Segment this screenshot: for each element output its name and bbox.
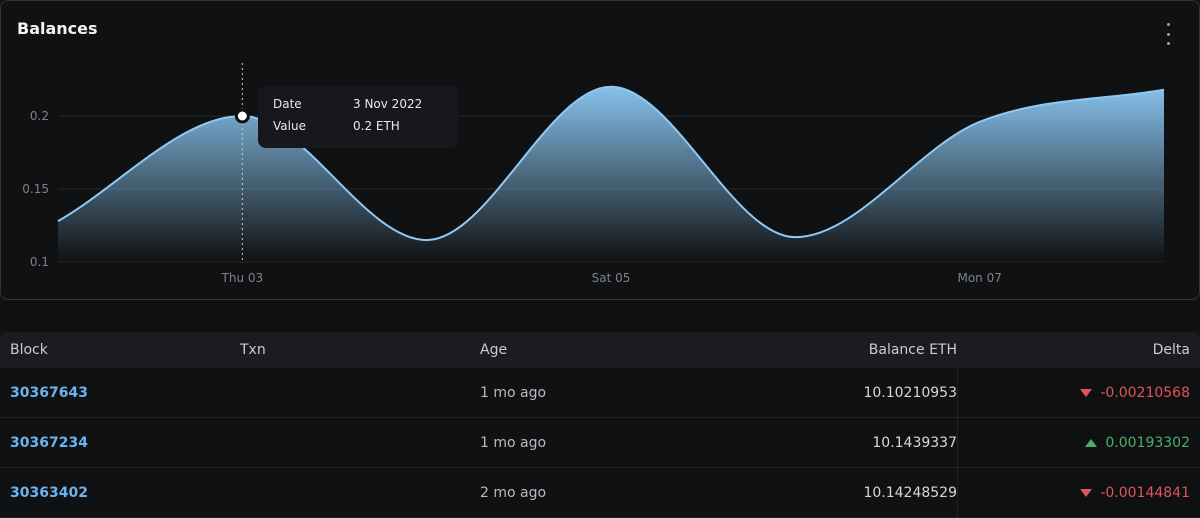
header-block[interactable]: Block [0,342,240,358]
delta-value: -0.00210568 [1100,384,1190,401]
header-txn[interactable]: Txn [240,342,480,358]
age-cell: 1 mo ago [480,434,547,451]
balances-card: Balances 0.1 0.15 0.2 Thu 03 Sat 05 Mon 07 D… [0,0,1200,300]
tooltip-value-label: Value [273,119,306,133]
balance-cell: 10.10210953 [863,384,957,401]
table-header: Block Txn Age Balance ETH Delta [0,332,1200,368]
x-tick-label: Sat 05 [592,271,631,285]
balances-table: Block Txn Age Balance ETH Delta 30367643… [0,332,1200,518]
triangle-down-icon [1080,388,1093,397]
y-axis: 0.1 0.15 0.2 [22,109,49,269]
delta-cell: 0.00193302 [957,418,1200,467]
delta-value: -0.00144841 [1100,484,1190,501]
age-cell: 2 mo ago [480,484,547,501]
y-tick-label: 0.1 [30,255,49,269]
delta-value: 0.00193302 [1105,434,1190,451]
x-tick-label: Thu 03 [221,271,264,285]
y-tick-label: 0.2 [30,109,49,123]
table-row: 30363402 2 mo ago 10.14248529 -0.0014484… [0,468,1200,518]
chart-tooltip: Date 3 Nov 2022 Value 0.2 ETH [258,87,458,148]
table-row: 30367643 1 mo ago 10.10210953 -0.0021056… [0,368,1200,418]
block-link[interactable]: 30363402 [10,485,88,501]
x-axis: Thu 03 Sat 05 Mon 07 [221,271,1002,285]
header-age[interactable]: Age [480,342,720,358]
balance-cell: 10.1439337 [872,434,957,451]
balance-area [58,86,1164,262]
header-balance[interactable]: Balance ETH [720,342,957,358]
hover-point [234,108,250,124]
balances-chart: 0.1 0.15 0.2 Thu 03 Sat 05 Mon 07 [22,63,1165,285]
block-link[interactable]: 30367234 [10,435,88,451]
age-cell: 1 mo ago [480,384,547,401]
tooltip-date-row: Date 3 Nov 2022 [273,97,422,111]
tooltip-date-label: Date [273,97,302,111]
delta-cell: -0.00144841 [957,468,1200,517]
delta-cell: -0.00210568 [957,368,1200,417]
tooltip-date-value: 3 Nov 2022 [353,97,423,111]
triangle-down-icon [1080,488,1093,497]
tooltip-value-value: 0.2 ETH [353,119,400,133]
header-delta[interactable]: Delta [957,342,1200,358]
block-link[interactable]: 30367643 [10,385,88,401]
triangle-up-icon [1085,438,1098,447]
table-row: 30367234 1 mo ago 10.1439337 0.00193302 [0,418,1200,468]
tooltip-value-row: Value 0.2 ETH [273,119,400,133]
y-tick-label: 0.15 [22,182,49,196]
x-tick-label: Mon 07 [957,271,1001,285]
balance-cell: 10.14248529 [863,484,957,501]
